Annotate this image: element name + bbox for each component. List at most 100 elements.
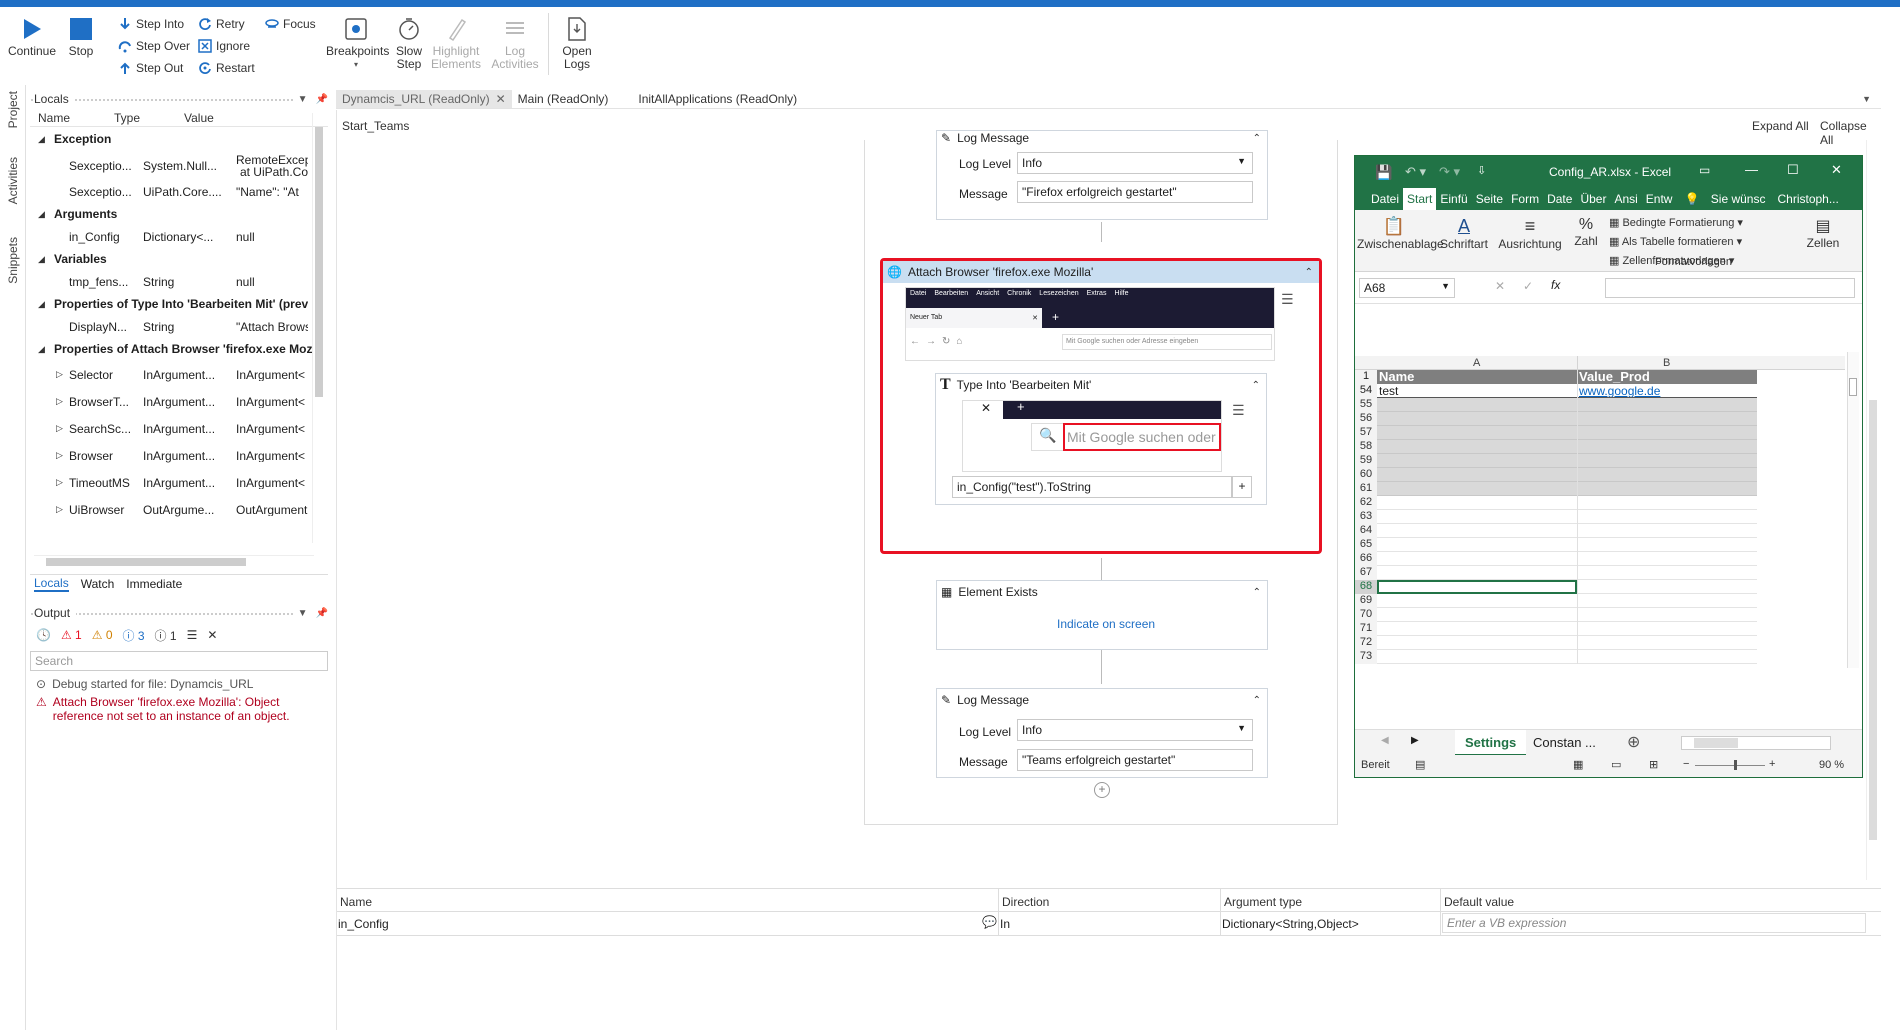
expand-caret-icon[interactable]: ◢ <box>38 134 45 145</box>
expand-caret-icon[interactable]: ▷ <box>56 450 63 461</box>
argument-name[interactable]: in_Config <box>338 917 389 931</box>
locals-group[interactable]: ◢ Properties of Type Into 'Bearbeiten Mit… <box>30 292 328 316</box>
project-tab[interactable]: Project <box>6 91 20 128</box>
pin-icon[interactable]: 📌 <box>316 94 328 105</box>
tab-seite[interactable]: Seite <box>1472 192 1507 206</box>
prev-sheet-icon[interactable]: ◀ <box>1381 735 1389 746</box>
locals-row[interactable]: ▷ Browser InArgument... InArgument< <box>30 442 328 469</box>
tab-entwicklertools[interactable]: Entw <box>1642 192 1677 206</box>
cell-b1[interactable]: Value_Prod <box>1579 369 1650 384</box>
grid-row[interactable] <box>1377 566 1757 580</box>
grid-row[interactable] <box>1377 636 1757 650</box>
step-out-button[interactable]: Step Out <box>118 59 183 77</box>
expand-caret-icon[interactable]: ▷ <box>56 423 63 434</box>
tab-start[interactable]: Start <box>1403 188 1437 210</box>
zoom-out-icon[interactable]: − <box>1683 758 1689 770</box>
stop-button[interactable]: Stop <box>64 13 98 58</box>
row-number[interactable]: 69 <box>1355 594 1377 608</box>
collapse-icon[interactable]: ⌃ <box>1253 695 1261 706</box>
expand-caret-icon[interactable]: ◢ <box>38 254 45 265</box>
grid-row[interactable] <box>1377 482 1757 496</box>
message-input[interactable]: "Firefox erfolgreich gestartet" <box>1017 181 1253 203</box>
tab-daten[interactable]: Date <box>1543 192 1576 206</box>
locals-row[interactable]: DisplayN... String "Attach Brows <box>30 316 328 337</box>
locals-row[interactable]: in_Config Dictionary<... null <box>30 226 328 247</box>
row-number[interactable]: 57 <box>1355 426 1377 440</box>
row-number[interactable]: 66 <box>1355 552 1377 566</box>
scroll-thumb[interactable] <box>1869 400 1877 840</box>
column-name[interactable]: Name <box>30 111 114 125</box>
page-break-icon[interactable]: ⊞ <box>1649 758 1658 771</box>
row-number[interactable]: 62 <box>1355 496 1377 510</box>
tab-ueberpruefen[interactable]: Über <box>1576 192 1610 206</box>
collapse-icon[interactable]: ⌃ <box>1253 587 1261 598</box>
expand-caret-icon[interactable]: ▷ <box>56 396 63 407</box>
row-number[interactable]: 60 <box>1355 468 1377 482</box>
number-group[interactable]: % Zahl <box>1569 216 1603 248</box>
locals-group[interactable]: ◢ Arguments <box>30 202 328 226</box>
grid-row[interactable] <box>1377 398 1757 412</box>
close-icon[interactable]: ✕ <box>1831 162 1842 178</box>
hamburger-menu-icon[interactable]: ☰ <box>1281 291 1294 308</box>
step-into-button[interactable]: Step Into <box>118 15 184 33</box>
text-expression-input[interactable]: in_Config("test").ToString <box>952 476 1232 498</box>
scroll-thumb[interactable] <box>46 558 246 566</box>
step-over-button[interactable]: Step Over <box>118 37 190 55</box>
grid-row[interactable] <box>1377 426 1757 440</box>
column-type[interactable]: Type <box>114 111 184 125</box>
page-layout-icon[interactable]: ▭ <box>1611 758 1621 771</box>
minimize-icon[interactable]: — <box>1745 162 1758 177</box>
default-value-input[interactable]: Enter a VB expression <box>1442 913 1866 933</box>
type-into-activity[interactable]: T Type Into 'Bearbeiten Mit' ⌃ ✕ + 🔍 Mit… <box>935 373 1267 505</box>
sheet-tab-settings[interactable]: Settings <box>1455 730 1527 756</box>
locals-row[interactable]: ▷ Selector InArgument... InArgument< <box>30 361 328 388</box>
log-level-select[interactable]: Info ▼ <box>1017 152 1253 174</box>
slow-step-button[interactable]: Slow Step <box>394 13 424 71</box>
tab-einfuegen[interactable]: Einfü <box>1436 192 1471 206</box>
clear-icon[interactable]: ✕ <box>207 628 217 642</box>
highlight-elements-button[interactable]: Highlight Elements <box>430 13 482 71</box>
macro-record-icon[interactable]: ▤ <box>1415 758 1425 771</box>
row-number[interactable]: 63 <box>1355 510 1377 524</box>
locals-group[interactable]: ◢ Properties of Attach Browser 'firefox.e… <box>30 337 328 361</box>
row-number[interactable]: 70 <box>1355 608 1377 622</box>
focus-button[interactable]: Focus <box>265 15 316 33</box>
grid-row[interactable] <box>1377 412 1757 426</box>
add-sheet-icon[interactable]: ⊕ <box>1627 732 1640 752</box>
grid-row[interactable] <box>1377 622 1757 636</box>
vertical-scrollbar[interactable] <box>312 113 324 543</box>
grid-row[interactable] <box>1377 496 1757 510</box>
chevron-down-icon[interactable]: ▼ <box>298 94 308 105</box>
chevron-down-icon[interactable]: ▼ <box>1862 94 1871 104</box>
breakpoints-button[interactable]: Breakpoints ▾ <box>326 13 389 71</box>
alignment-group[interactable]: ≡ Ausrichtung <box>1495 216 1565 251</box>
tab-datei[interactable]: Datei <box>1355 192 1403 206</box>
tab-main[interactable]: Main (ReadOnly) <box>512 90 615 108</box>
selected-cell[interactable] <box>1377 580 1577 594</box>
grid-row[interactable] <box>1377 538 1757 552</box>
row-number[interactable]: 68 <box>1355 580 1377 594</box>
zoom-in-icon[interactable]: + <box>1769 758 1775 770</box>
sheet-tab-constan[interactable]: Constan ... <box>1533 735 1596 750</box>
locals-row[interactable]: ▷ BrowserT... InArgument... InArgument< <box>30 388 328 415</box>
conditional-formatting-button[interactable]: ▦ Bedingte Formatierung ▾ <box>1609 214 1743 233</box>
collapse-icon[interactable]: ⌃ <box>1252 380 1260 391</box>
expand-caret-icon[interactable]: ▷ <box>56 504 63 515</box>
hamburger-menu-icon[interactable]: ☰ <box>1232 402 1245 419</box>
expand-caret-icon[interactable]: ▷ <box>56 477 63 488</box>
save-icon[interactable]: 💾 <box>1375 164 1392 181</box>
column-header-b[interactable]: B <box>1663 357 1670 369</box>
tab-watch[interactable]: Watch <box>81 577 115 591</box>
row-number[interactable]: 61 <box>1355 482 1377 496</box>
row-number[interactable]: 73 <box>1355 650 1377 664</box>
zoom-slider[interactable] <box>1695 765 1765 766</box>
retry-button[interactable]: Retry <box>198 15 245 33</box>
redo-icon[interactable]: ↷ ▾ <box>1439 164 1460 180</box>
locals-group[interactable]: ◢ Variables <box>30 247 328 271</box>
grid-row[interactable] <box>1377 552 1757 566</box>
locals-group[interactable]: ◢ Exception <box>30 127 328 151</box>
warning-filter-button[interactable]: ⚠ 0 <box>92 628 113 642</box>
row-number[interactable]: 59 <box>1355 454 1377 468</box>
locals-row[interactable]: tmp_fens... String null <box>30 271 328 292</box>
breadcrumb[interactable]: Start_Teams <box>342 119 409 133</box>
